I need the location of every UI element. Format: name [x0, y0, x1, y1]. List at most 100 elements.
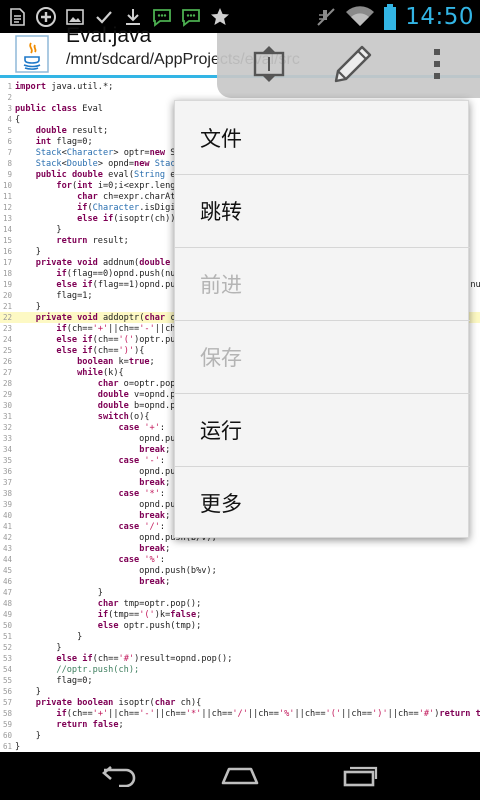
recent-apps-button[interactable]: [330, 760, 390, 794]
code-text: if(Character.isDigit: [77, 203, 181, 213]
menu-item-goto[interactable]: 跳转: [175, 174, 470, 247]
line-number: 14: [2, 225, 12, 234]
line-number: 58: [2, 709, 12, 718]
code-line[interactable]: 51 }: [0, 631, 480, 642]
line-number: 9: [7, 170, 12, 179]
menu-item-label: 更多: [200, 491, 242, 516]
line-number: 5: [7, 126, 12, 135]
line-number: 41: [2, 522, 12, 531]
home-icon: [220, 763, 260, 791]
code-text: break;: [139, 544, 171, 554]
code-text: return false;: [56, 720, 124, 730]
code-text: }: [15, 588, 103, 598]
code-text: }: [15, 225, 62, 235]
code-line[interactable]: 50 else optr.push(tmp);: [0, 620, 480, 631]
back-icon: [101, 763, 139, 791]
code-text: double v=opnd.po: [97, 390, 181, 400]
code-text: if(ch=='+'||ch=='-'||ch=='*'||ch=='/'||c…: [56, 709, 480, 719]
line-number: 43: [2, 544, 12, 553]
line-number: 60: [2, 731, 12, 740]
code-line[interactable]: 49 if(tmp=='(')k=false;: [0, 609, 480, 620]
code-text: case '/':: [118, 522, 166, 532]
add-circle-icon: [35, 6, 57, 28]
line-number: 44: [2, 555, 12, 564]
line-number: 42: [2, 533, 12, 542]
code-text: flag=0;: [15, 676, 93, 686]
code-text: }: [15, 643, 62, 653]
line-number: 55: [2, 676, 12, 685]
line-number: 39: [2, 500, 12, 509]
code-text: break;: [139, 478, 171, 488]
menu-item-label: 文件: [200, 126, 242, 151]
menu-item-more[interactable]: 更多: [175, 466, 470, 539]
line-number: 18: [2, 269, 12, 278]
code-line[interactable]: 59 return false;: [0, 719, 480, 730]
code-text: char ch=expr.charAt(: [77, 192, 181, 202]
code-text: char o=optr.pop(: [97, 379, 181, 389]
code-text: else if(ch==')'){: [56, 346, 145, 356]
code-text: else if(isoptr(ch))a: [77, 214, 181, 224]
line-number: 10: [2, 181, 12, 190]
edit-button[interactable]: [325, 39, 381, 93]
code-line[interactable]: 54 //optr.push(ch);: [0, 664, 480, 675]
menu-item-label: 跳转: [200, 199, 242, 224]
line-number: 21: [2, 302, 12, 311]
code-text: }: [15, 302, 41, 312]
code-line[interactable]: 48 char tmp=optr.pop();: [0, 598, 480, 609]
pencil-icon: [332, 43, 374, 89]
code-text: private void addnum(double n: [35, 258, 181, 268]
code-text: if(tmp=='(')k=false;: [97, 610, 202, 620]
line-number: 32: [2, 423, 12, 432]
code-text: else optr.push(tmp);: [97, 621, 202, 631]
code-line[interactable]: 46 break;: [0, 576, 480, 587]
code-line[interactable]: 47 }: [0, 587, 480, 598]
line-number: 50: [2, 621, 12, 630]
code-line[interactable]: 53 else if(ch=='#')result=opnd.pop();: [0, 653, 480, 664]
overflow-menu-button[interactable]: [409, 39, 465, 93]
code-line[interactable]: 52 }: [0, 642, 480, 653]
swap-screen-icon: [251, 44, 287, 88]
java-file-icon[interactable]: [13, 35, 51, 73]
line-number: 56: [2, 687, 12, 696]
line-number: 29: [2, 390, 12, 399]
line-number: 7: [7, 148, 12, 157]
code-line[interactable]: 61}: [0, 741, 480, 752]
mute-icon: [315, 6, 337, 28]
code-line[interactable]: 44 case '%':: [0, 554, 480, 565]
swap-screen-button[interactable]: [241, 39, 297, 93]
code-text: opnd.pus: [15, 434, 181, 444]
code-text: import java.util.*;: [15, 82, 114, 92]
back-button[interactable]: [90, 760, 150, 794]
menu-item-file[interactable]: 文件: [175, 101, 470, 174]
code-line[interactable]: 57 private boolean isoptr(char ch){: [0, 697, 480, 708]
code-line[interactable]: 60 }: [0, 730, 480, 741]
line-number: 3: [7, 104, 12, 113]
code-text: return result;: [56, 236, 129, 246]
code-text: break;: [139, 445, 171, 455]
code-line[interactable]: 58 if(ch=='+'||ch=='-'||ch=='*'||ch=='/'…: [0, 708, 480, 719]
code-line[interactable]: 55 flag=0;: [0, 675, 480, 686]
code-line[interactable]: 43 break;: [0, 543, 480, 554]
recent-apps-icon: [341, 763, 379, 791]
menu-item-run[interactable]: 运行: [175, 393, 470, 466]
code-text: case '*':: [118, 489, 166, 499]
line-number: 23: [2, 324, 12, 333]
line-number: 51: [2, 632, 12, 641]
line-number: 25: [2, 346, 12, 355]
code-line[interactable]: 45 opnd.push(b%v);: [0, 565, 480, 576]
code-text: }: [15, 687, 41, 697]
line-number: 52: [2, 643, 12, 652]
home-button[interactable]: [210, 760, 270, 794]
code-line[interactable]: 56 }: [0, 686, 480, 697]
code-text: while(k){: [77, 368, 124, 378]
code-text: if(flag==0)opnd.push(num: [56, 269, 181, 279]
code-text: double result;: [35, 126, 109, 136]
code-text: case '+':: [118, 423, 166, 433]
line-number: 15: [2, 236, 12, 245]
code-text: break;: [139, 511, 171, 521]
code-text: Stack<Character> optr=new St: [35, 148, 181, 158]
overflow-popup-menu: 文件 跳转 前进 保存 运行 更多: [174, 100, 470, 539]
menu-item-forward: 前进: [175, 247, 470, 320]
chat-icon: [180, 6, 202, 28]
line-number: 12: [2, 203, 12, 212]
